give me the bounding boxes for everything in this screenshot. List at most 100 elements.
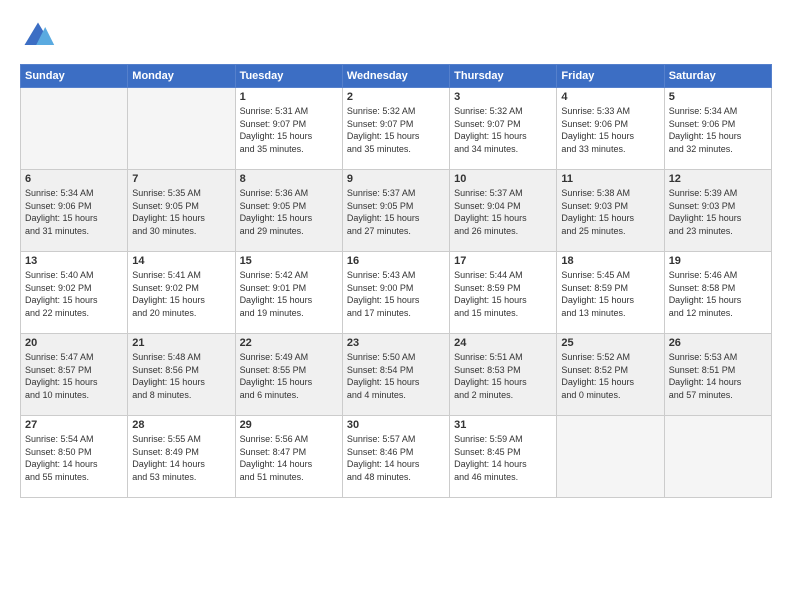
day-number: 28	[132, 419, 230, 431]
day-number: 22	[240, 337, 338, 349]
page: SundayMondayTuesdayWednesdayThursdayFrid…	[0, 0, 792, 612]
weekday-header-row: SundayMondayTuesdayWednesdayThursdayFrid…	[21, 65, 772, 88]
calendar-cell: 26 Sunrise: 5:53 AM Sunset: 8:51 PM Dayli…	[664, 334, 771, 416]
day-info: Sunrise: 5:37 AM Sunset: 9:04 PM Dayligh…	[454, 187, 552, 237]
day-info: Sunrise: 5:54 AM Sunset: 8:50 PM Dayligh…	[25, 433, 123, 483]
calendar-cell: 27 Sunrise: 5:54 AM Sunset: 8:50 PM Dayli…	[21, 416, 128, 498]
day-number: 24	[454, 337, 552, 349]
day-number: 4	[561, 91, 659, 103]
day-info: Sunrise: 5:32 AM Sunset: 9:07 PM Dayligh…	[454, 105, 552, 155]
day-number: 16	[347, 255, 445, 267]
calendar-cell: 15 Sunrise: 5:42 AM Sunset: 9:01 PM Dayli…	[235, 252, 342, 334]
day-info: Sunrise: 5:48 AM Sunset: 8:56 PM Dayligh…	[132, 351, 230, 401]
day-number: 7	[132, 173, 230, 185]
day-number: 5	[669, 91, 767, 103]
day-info: Sunrise: 5:52 AM Sunset: 8:52 PM Dayligh…	[561, 351, 659, 401]
day-number: 17	[454, 255, 552, 267]
calendar-cell: 1Sunrise: 5:31 AM Sunset: 9:07 PM Daylig…	[235, 88, 342, 170]
day-info: Sunrise: 5:34 AM Sunset: 9:06 PM Dayligh…	[669, 105, 767, 155]
day-info: Sunrise: 5:55 AM Sunset: 8:49 PM Dayligh…	[132, 433, 230, 483]
day-info: Sunrise: 5:59 AM Sunset: 8:45 PM Dayligh…	[454, 433, 552, 483]
day-number: 30	[347, 419, 445, 431]
day-info: Sunrise: 5:43 AM Sunset: 9:00 PM Dayligh…	[347, 269, 445, 319]
day-number: 29	[240, 419, 338, 431]
calendar-cell: 14 Sunrise: 5:41 AM Sunset: 9:02 PM Dayli…	[128, 252, 235, 334]
weekday-header: Sunday	[21, 65, 128, 88]
calendar-cell: 7 Sunrise: 5:35 AM Sunset: 9:05 PM Daylig…	[128, 170, 235, 252]
calendar-cell	[664, 416, 771, 498]
calendar-cell	[21, 88, 128, 170]
day-number: 15	[240, 255, 338, 267]
day-info: Sunrise: 5:40 AM Sunset: 9:02 PM Dayligh…	[25, 269, 123, 319]
calendar-cell: 23Sunrise: 5:50 AM Sunset: 8:54 PM Dayli…	[342, 334, 449, 416]
day-info: Sunrise: 5:38 AM Sunset: 9:03 PM Dayligh…	[561, 187, 659, 237]
calendar-cell: 5 Sunrise: 5:34 AM Sunset: 9:06 PM Daylig…	[664, 88, 771, 170]
day-number: 1	[240, 91, 338, 103]
calendar-cell: 28 Sunrise: 5:55 AM Sunset: 8:49 PM Dayli…	[128, 416, 235, 498]
day-info: Sunrise: 5:39 AM Sunset: 9:03 PM Dayligh…	[669, 187, 767, 237]
day-info: Sunrise: 5:46 AM Sunset: 8:58 PM Dayligh…	[669, 269, 767, 319]
calendar-cell: 12Sunrise: 5:39 AM Sunset: 9:03 PM Dayli…	[664, 170, 771, 252]
day-number: 11	[561, 173, 659, 185]
weekday-header: Friday	[557, 65, 664, 88]
day-number: 26	[669, 337, 767, 349]
weekday-header: Wednesday	[342, 65, 449, 88]
calendar-cell: 19Sunrise: 5:46 AM Sunset: 8:58 PM Dayli…	[664, 252, 771, 334]
calendar-cell: 3 Sunrise: 5:32 AM Sunset: 9:07 PM Daylig…	[450, 88, 557, 170]
day-info: Sunrise: 5:32 AM Sunset: 9:07 PM Dayligh…	[347, 105, 445, 155]
day-number: 21	[132, 337, 230, 349]
day-number: 13	[25, 255, 123, 267]
calendar-week-row: 27 Sunrise: 5:54 AM Sunset: 8:50 PM Dayli…	[21, 416, 772, 498]
day-info: Sunrise: 5:34 AM Sunset: 9:06 PM Dayligh…	[25, 187, 123, 237]
calendar-cell: 29 Sunrise: 5:56 AM Sunset: 8:47 PM Dayli…	[235, 416, 342, 498]
calendar-cell: 17 Sunrise: 5:44 AM Sunset: 8:59 PM Dayli…	[450, 252, 557, 334]
day-info: Sunrise: 5:50 AM Sunset: 8:54 PM Dayligh…	[347, 351, 445, 401]
day-info: Sunrise: 5:53 AM Sunset: 8:51 PM Dayligh…	[669, 351, 767, 401]
day-info: Sunrise: 5:56 AM Sunset: 8:47 PM Dayligh…	[240, 433, 338, 483]
day-info: Sunrise: 5:42 AM Sunset: 9:01 PM Dayligh…	[240, 269, 338, 319]
calendar-week-row: 13 Sunrise: 5:40 AM Sunset: 9:02 PM Dayli…	[21, 252, 772, 334]
calendar-cell: 20 Sunrise: 5:47 AM Sunset: 8:57 PM Dayli…	[21, 334, 128, 416]
day-number: 27	[25, 419, 123, 431]
calendar-cell: 4Sunrise: 5:33 AM Sunset: 9:06 PM Daylig…	[557, 88, 664, 170]
calendar-cell: 30 Sunrise: 5:57 AM Sunset: 8:46 PM Dayli…	[342, 416, 449, 498]
calendar-cell: 8 Sunrise: 5:36 AM Sunset: 9:05 PM Daylig…	[235, 170, 342, 252]
day-info: Sunrise: 5:47 AM Sunset: 8:57 PM Dayligh…	[25, 351, 123, 401]
calendar-cell: 31 Sunrise: 5:59 AM Sunset: 8:45 PM Dayli…	[450, 416, 557, 498]
day-number: 18	[561, 255, 659, 267]
calendar-cell: 21 Sunrise: 5:48 AM Sunset: 8:56 PM Dayli…	[128, 334, 235, 416]
day-number: 31	[454, 419, 552, 431]
day-info: Sunrise: 5:36 AM Sunset: 9:05 PM Dayligh…	[240, 187, 338, 237]
day-number: 2	[347, 91, 445, 103]
day-number: 20	[25, 337, 123, 349]
day-info: Sunrise: 5:41 AM Sunset: 9:02 PM Dayligh…	[132, 269, 230, 319]
day-info: Sunrise: 5:57 AM Sunset: 8:46 PM Dayligh…	[347, 433, 445, 483]
day-number: 8	[240, 173, 338, 185]
weekday-header: Saturday	[664, 65, 771, 88]
day-info: Sunrise: 5:51 AM Sunset: 8:53 PM Dayligh…	[454, 351, 552, 401]
calendar-cell: 22 Sunrise: 5:49 AM Sunset: 8:55 PM Dayli…	[235, 334, 342, 416]
header	[20, 18, 772, 54]
weekday-header: Tuesday	[235, 65, 342, 88]
day-info: Sunrise: 5:35 AM Sunset: 9:05 PM Dayligh…	[132, 187, 230, 237]
calendar-cell: 10 Sunrise: 5:37 AM Sunset: 9:04 PM Dayli…	[450, 170, 557, 252]
day-info: Sunrise: 5:45 AM Sunset: 8:59 PM Dayligh…	[561, 269, 659, 319]
calendar-cell: 6 Sunrise: 5:34 AM Sunset: 9:06 PM Daylig…	[21, 170, 128, 252]
day-info: Sunrise: 5:37 AM Sunset: 9:05 PM Dayligh…	[347, 187, 445, 237]
day-number: 9	[347, 173, 445, 185]
day-info: Sunrise: 5:49 AM Sunset: 8:55 PM Dayligh…	[240, 351, 338, 401]
calendar: SundayMondayTuesdayWednesdayThursdayFrid…	[20, 64, 772, 498]
logo-icon	[20, 18, 56, 54]
weekday-header: Thursday	[450, 65, 557, 88]
calendar-week-row: 6 Sunrise: 5:34 AM Sunset: 9:06 PM Daylig…	[21, 170, 772, 252]
calendar-week-row: 20 Sunrise: 5:47 AM Sunset: 8:57 PM Dayli…	[21, 334, 772, 416]
day-number: 6	[25, 173, 123, 185]
day-number: 3	[454, 91, 552, 103]
calendar-cell	[557, 416, 664, 498]
calendar-cell: 2 Sunrise: 5:32 AM Sunset: 9:07 PM Daylig…	[342, 88, 449, 170]
day-number: 10	[454, 173, 552, 185]
calendar-cell: 11 Sunrise: 5:38 AM Sunset: 9:03 PM Dayli…	[557, 170, 664, 252]
day-info: Sunrise: 5:44 AM Sunset: 8:59 PM Dayligh…	[454, 269, 552, 319]
day-number: 25	[561, 337, 659, 349]
day-number: 14	[132, 255, 230, 267]
